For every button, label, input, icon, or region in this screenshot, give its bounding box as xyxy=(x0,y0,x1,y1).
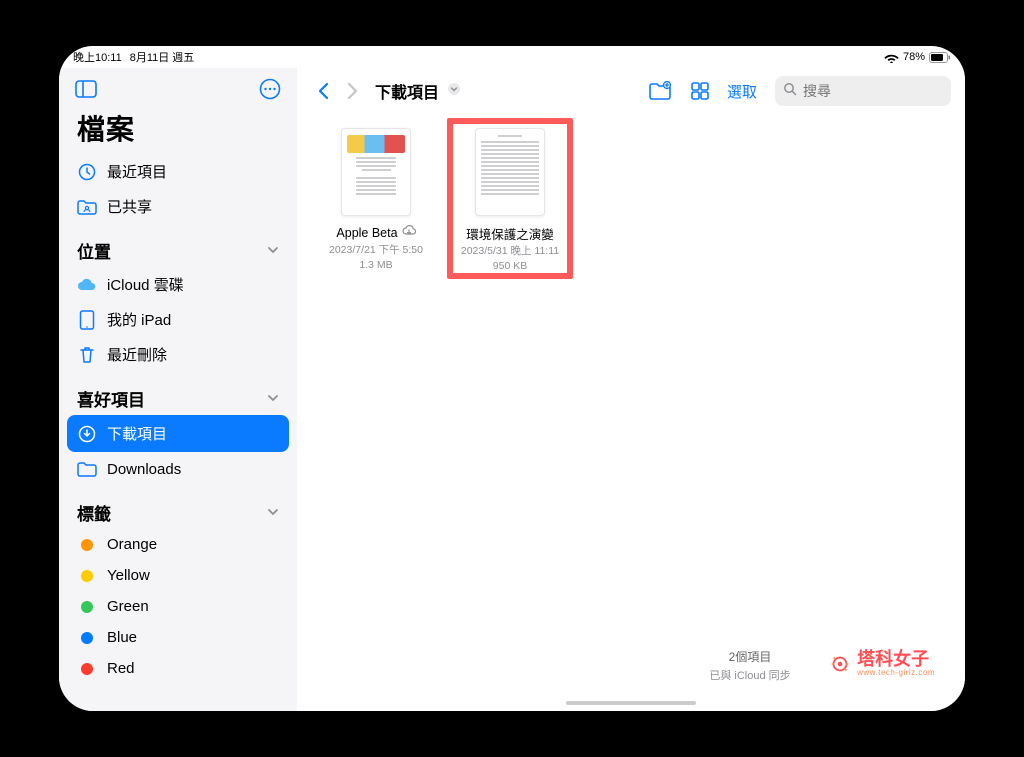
sidebar-tag-blue[interactable]: Blue xyxy=(59,622,297,653)
sidebar-label: 已共享 xyxy=(107,196,152,217)
more-options-button[interactable] xyxy=(257,76,283,102)
sidebar-label: 我的 iPad xyxy=(107,309,171,330)
sidebar-item-recent[interactable]: 最近項目 xyxy=(59,154,297,189)
file-name: Apple Beta xyxy=(336,226,397,240)
tag-dot-icon xyxy=(81,539,93,551)
sidebar: 檔案 最近項目 已共享 位置 xyxy=(59,68,297,711)
sidebar-icon xyxy=(75,80,97,98)
download-icon xyxy=(77,424,97,444)
sidebar-tag-orange[interactable]: Orange xyxy=(59,529,297,560)
file-date: 2023/7/21 下午 5:50 xyxy=(329,243,423,257)
sidebar-section-locations[interactable]: 位置 xyxy=(59,224,297,267)
sidebar-title: 檔案 xyxy=(59,102,297,154)
view-mode-button[interactable] xyxy=(683,77,717,105)
select-button[interactable]: 選取 xyxy=(723,81,761,102)
sidebar-tag-yellow[interactable]: Yellow xyxy=(59,560,297,591)
location-title[interactable]: 下載項目 xyxy=(375,79,439,103)
chevron-down-icon xyxy=(267,389,279,409)
search-icon xyxy=(783,82,797,101)
wifi-icon xyxy=(884,52,899,63)
ipad-icon xyxy=(77,310,97,330)
tag-dot-icon xyxy=(81,570,93,582)
folder-icon xyxy=(77,459,97,479)
trash-icon xyxy=(77,345,97,365)
sidebar-label: 最近刪除 xyxy=(107,344,167,365)
forward-button[interactable] xyxy=(341,77,365,105)
sidebar-item-trash[interactable]: 最近刪除 xyxy=(59,337,297,372)
cloud-download-icon xyxy=(402,224,416,242)
sidebar-label: iCloud 雲碟 xyxy=(107,274,184,295)
new-folder-button[interactable] xyxy=(643,77,677,105)
sidebar-item-shared[interactable]: 已共享 xyxy=(59,189,297,224)
sidebar-label: 最近項目 xyxy=(107,161,167,182)
file-item[interactable]: Apple Beta 2023/7/21 下午 5:50 1.3 MB xyxy=(321,128,431,272)
tag-dot-icon xyxy=(81,632,93,644)
watermark: 塔科女子 www.tech-girlz.com xyxy=(829,650,935,677)
status-date: 8月11日 週五 xyxy=(130,49,195,65)
status-time: 晚上10:11 xyxy=(73,49,122,65)
sidebar-label: 下載項目 xyxy=(107,423,167,444)
file-item-highlighted[interactable]: 環境保護之演變 2023/5/31 晚上 11:11 950 KB xyxy=(455,128,565,273)
sidebar-item-downloads-en[interactable]: Downloads xyxy=(59,452,297,486)
search-field[interactable] xyxy=(775,76,951,106)
file-size: 1.3 MB xyxy=(359,258,392,272)
clock-icon xyxy=(77,162,97,182)
search-input[interactable] xyxy=(803,83,943,99)
sidebar-item-downloads-zh[interactable]: 下載項目 xyxy=(67,415,289,452)
sidebar-section-favorites[interactable]: 喜好項目 xyxy=(59,372,297,415)
battery-icon xyxy=(929,52,951,63)
watermark-url: www.tech-girlz.com xyxy=(857,668,935,677)
sidebar-label: Downloads xyxy=(107,461,181,478)
shared-folder-icon xyxy=(77,197,97,217)
sidebar-tag-green[interactable]: Green xyxy=(59,591,297,622)
ellipsis-icon xyxy=(259,78,281,100)
watermark-name: 塔科女子 xyxy=(857,650,935,668)
main-panel: 下載項目 選取 xyxy=(297,68,965,711)
watermark-icon xyxy=(829,653,851,675)
file-thumbnail xyxy=(341,128,411,216)
chevron-down-icon[interactable] xyxy=(447,82,461,101)
home-indicator[interactable] xyxy=(566,701,696,705)
toolbar: 下載項目 選取 xyxy=(297,68,965,110)
battery-text: 78% xyxy=(903,51,925,63)
icloud-icon xyxy=(77,275,97,295)
chevron-down-icon xyxy=(267,241,279,261)
sidebar-item-icloud[interactable]: iCloud 雲碟 xyxy=(59,267,297,302)
tag-dot-icon xyxy=(81,663,93,675)
back-button[interactable] xyxy=(311,77,335,105)
tag-dot-icon xyxy=(81,601,93,613)
sidebar-item-ipad[interactable]: 我的 iPad xyxy=(59,302,297,337)
status-bar: 晚上10:11 8月11日 週五 78% xyxy=(59,46,965,68)
annotation-highlight xyxy=(447,118,573,279)
file-grid: Apple Beta 2023/7/21 下午 5:50 1.3 MB xyxy=(297,110,965,291)
toggle-sidebar-button[interactable] xyxy=(73,76,99,102)
chevron-down-icon xyxy=(267,503,279,523)
sidebar-tag-red[interactable]: Red xyxy=(59,653,297,684)
sidebar-section-tags[interactable]: 標籤 xyxy=(59,486,297,529)
